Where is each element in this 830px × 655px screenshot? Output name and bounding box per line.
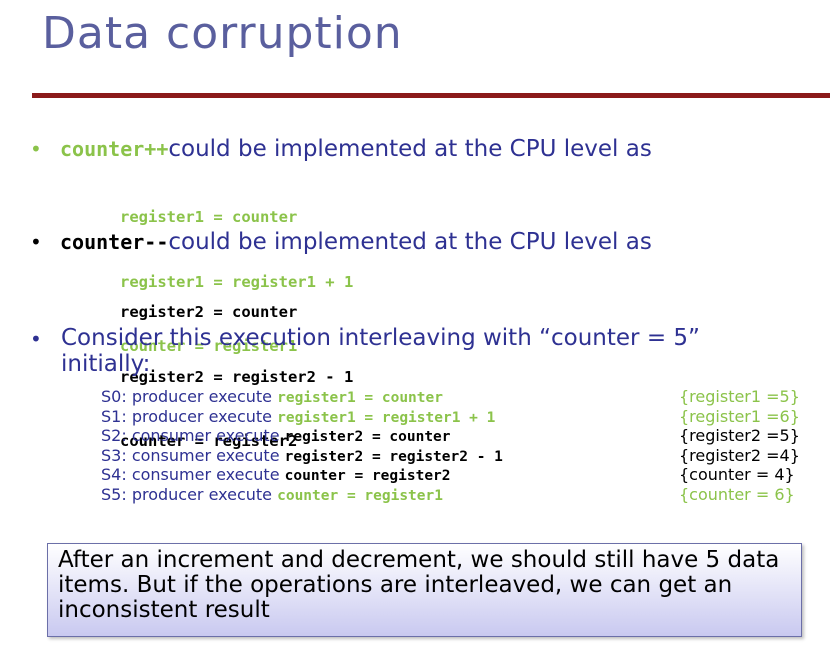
step-code: counter = register1: [277, 487, 443, 504]
step-code: counter = register2: [284, 468, 451, 484]
step-label: S2: consumer execute: [101, 426, 285, 445]
consider-text: Consider this execution interleaving wit…: [61, 325, 700, 377]
step-code: register1 = counter: [277, 390, 443, 406]
step-label: S3: consumer execute: [101, 445, 285, 465]
step-comment: {counter = 4}: [679, 465, 795, 484]
bullet-text: could be implemented at the CPU level as: [168, 229, 652, 255]
step-row: S2: consumer execute register2 = counter…: [101, 426, 811, 446]
code-line: register1 = counter: [120, 208, 298, 226]
bullet-code: counter--: [60, 230, 169, 254]
callout-box: After an increment and decrement, we sho…: [47, 543, 802, 637]
step-comment: {register1 =5}: [679, 387, 800, 406]
step-comment: {register2 =5}: [679, 426, 800, 445]
step-row: S4: consumer execute counter = register2…: [101, 465, 811, 485]
step-row: S3: consumer execute register2 = registe…: [101, 446, 811, 466]
step-code: register2 = counter: [284, 429, 451, 445]
step-code: register1 = register1 + 1: [277, 409, 496, 426]
step-label: S5: producer execute: [101, 484, 278, 504]
title-divider: [32, 93, 830, 98]
step-comment: {counter = 6}: [679, 484, 795, 504]
bullet-decrement: • counter-- could be implemented at the …: [30, 229, 652, 255]
step-label: S1: producer execute: [101, 406, 278, 426]
slide-title: Data corruption: [42, 8, 403, 59]
step-label: S0: producer execute: [101, 387, 278, 406]
step-comment: {register2 =4}: [679, 445, 800, 465]
interleaving-steps: S0: producer execute register1 = counter…: [101, 387, 811, 504]
callout-text: After an increment and decrement, we sho…: [58, 547, 780, 623]
bullet-dot: •: [30, 327, 42, 351]
bullet-code: counter++: [60, 137, 169, 161]
bullet-dot: •: [30, 137, 42, 161]
step-comment: {register1 =6}: [679, 406, 800, 426]
step-code: register2 = register2 - 1: [284, 448, 503, 465]
step-label: S4: consumer execute: [101, 465, 285, 484]
bullet-increment: • counter++ could be implemented at the …: [30, 136, 652, 162]
bullet-text: could be implemented at the CPU level as: [168, 136, 652, 162]
bullet-dot: •: [30, 230, 42, 254]
code-line: register2 = counter: [120, 303, 298, 321]
step-row: S1: producer execute register1 = registe…: [101, 407, 811, 427]
step-row: S5: producer execute counter = register1…: [101, 485, 811, 505]
step-row: S0: producer execute register1 = counter…: [101, 387, 811, 407]
